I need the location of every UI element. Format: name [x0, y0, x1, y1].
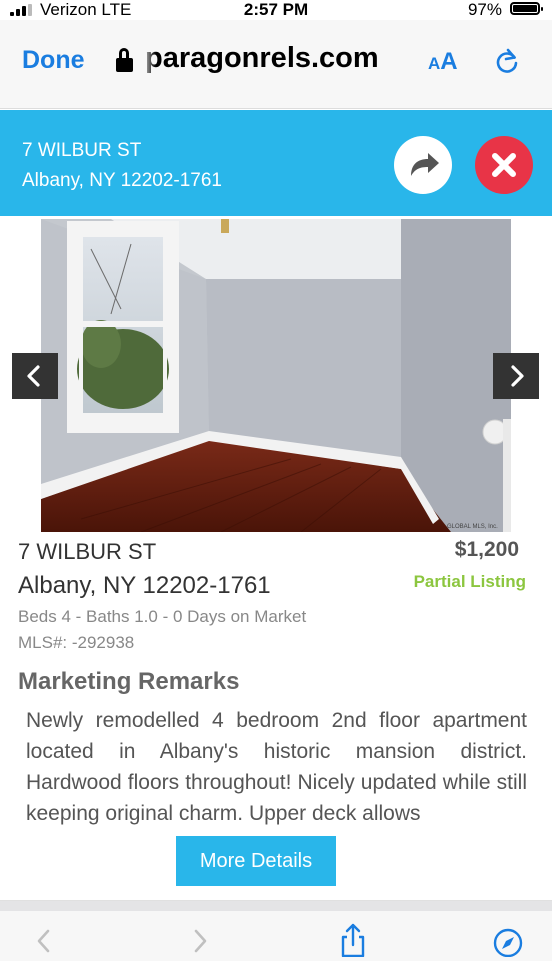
- toolbar-divider: [0, 901, 552, 911]
- mls-number: MLS#: -292938: [18, 633, 135, 652]
- battery-icon: [510, 2, 543, 15]
- battery-percent: 97%: [467, 0, 502, 19]
- previous-photo-button[interactable]: [12, 353, 58, 399]
- photo-watermark: GLOBAL MLS, Inc.: [447, 524, 498, 530]
- forward-chevron-icon[interactable]: [184, 923, 216, 957]
- listing-price: $1,200: [454, 538, 519, 561]
- status-bar: Verizon LTE 2:57 PM 97%: [0, 0, 552, 20]
- text-size-button[interactable]: AA: [428, 48, 458, 76]
- back-chevron-icon[interactable]: [28, 923, 60, 957]
- chevron-left-icon: [27, 365, 40, 387]
- close-x-icon: [492, 153, 516, 177]
- listing-city: Albany, NY 12202-1761: [18, 572, 271, 599]
- compass-icon[interactable]: [492, 923, 524, 957]
- url-fade: [140, 42, 156, 78]
- listing-photo[interactable]: GLOBAL MLS, Inc.: [41, 219, 511, 532]
- listing-type-badge: Partial Listing: [413, 572, 526, 591]
- header-street: 7 WILBUR ST: [22, 140, 142, 161]
- room-photo-illustration: GLOBAL MLS, Inc.: [41, 219, 511, 532]
- share-button[interactable]: [394, 136, 452, 194]
- share-arrow-icon: [411, 153, 439, 176]
- listing-street: 7 WILBUR ST: [18, 539, 157, 564]
- browser-toolbar: [0, 900, 552, 961]
- marketing-remarks-text: Newly remodelled 4 bedroom 2nd floor apa…: [26, 709, 527, 825]
- lock-icon: [116, 48, 133, 72]
- listing-facts: Beds 4 - Baths 1.0 - 0 Days on Market: [18, 607, 307, 626]
- close-button[interactable]: [475, 136, 533, 194]
- share-icon[interactable]: [337, 923, 369, 957]
- header-city: Albany, NY 12202-1761: [22, 170, 223, 191]
- chevron-right-icon: [511, 365, 524, 387]
- done-button[interactable]: Done: [22, 46, 85, 75]
- next-photo-button[interactable]: [493, 353, 539, 399]
- reload-icon[interactable]: [494, 48, 520, 74]
- more-details-button[interactable]: More Details: [176, 836, 336, 886]
- browser-address-bar: Done paragonrels.com AA: [0, 20, 552, 109]
- url-display[interactable]: paragonrels.com: [145, 42, 405, 75]
- marketing-remarks-heading: Marketing Remarks: [18, 668, 240, 695]
- listing-header: 7 WILBUR ST Albany, NY 12202-1761: [0, 110, 552, 216]
